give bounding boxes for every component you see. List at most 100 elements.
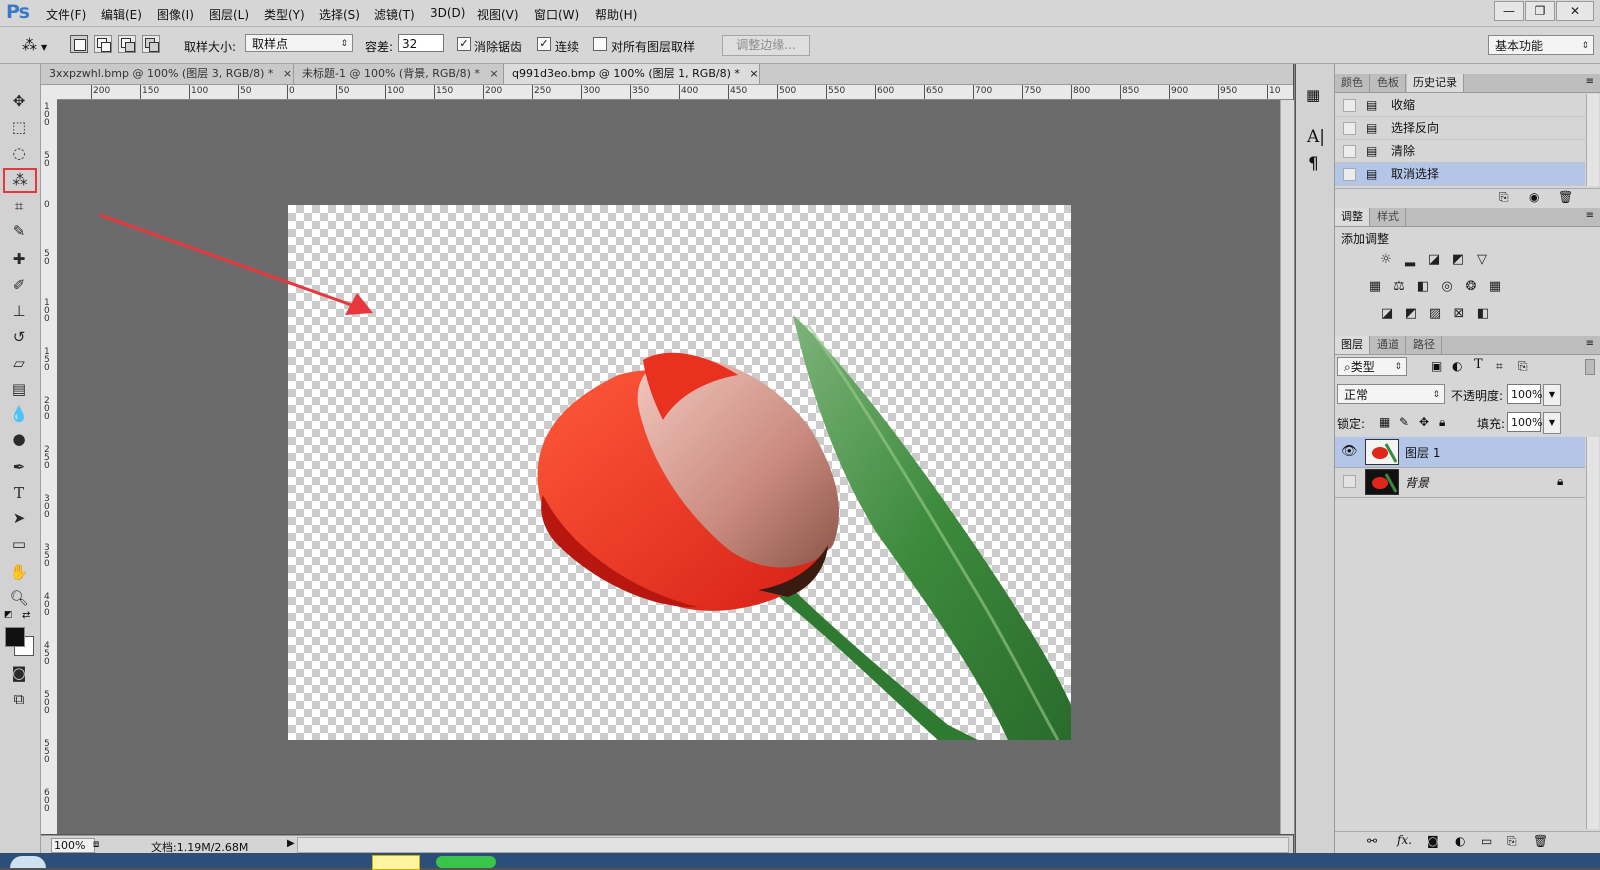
sample-size-select[interactable]: 取样点 ⇕ <box>245 34 353 52</box>
panel-menu-icon[interactable]: ≡ <box>1586 76 1594 87</box>
photo-filter-icon[interactable]: ◎ <box>1438 279 1456 295</box>
exposure-icon[interactable]: ◩ <box>1449 252 1467 268</box>
new-selection-button[interactable] <box>70 35 88 53</box>
curves-icon[interactable]: ◪ <box>1425 252 1443 268</box>
document-canvas[interactable] <box>288 205 1071 741</box>
default-colors-icon[interactable]: ◩ <box>4 610 13 620</box>
filter-toggle[interactable] <box>1585 359 1595 375</box>
filter-adjust-icon[interactable]: ◐ <box>1452 359 1462 373</box>
gradient-tool-icon[interactable]: ▤ <box>4 378 34 400</box>
start-button-icon[interactable] <box>10 856 46 868</box>
menu-image[interactable]: 图像(I) <box>157 6 194 23</box>
invert-icon[interactable]: ◪ <box>1378 306 1396 322</box>
paragraph-icon[interactable]: ¶ <box>1308 154 1319 174</box>
tolerance-input[interactable]: 32 <box>398 34 444 52</box>
tab-q991d3eo[interactable]: q991d3eo.bmp @ 100% (图层 1, RGB/8) * × <box>504 64 760 84</box>
taskbar-app-icon[interactable] <box>436 856 496 868</box>
tab-3xxpzwhl[interactable]: 3xxpzwhl.bmp @ 100% (图层 3, RGB/8) * × <box>41 64 294 84</box>
fill-dropdown-icon[interactable]: ▼ <box>1543 412 1561 434</box>
menu-type[interactable]: 类型(Y) <box>264 6 305 23</box>
new-document-icon[interactable]: ⎘ <box>1499 190 1509 205</box>
lock-transparent-icon[interactable]: ▦ <box>1379 415 1390 429</box>
history-checkbox[interactable] <box>1343 145 1356 158</box>
history-brush-tool-icon[interactable]: ↺ <box>4 326 34 348</box>
minimize-button[interactable]: — <box>1494 1 1524 21</box>
lock-position-icon[interactable]: ✥ <box>1419 415 1429 429</box>
blur-tool-icon[interactable]: 💧 <box>4 403 34 425</box>
history-scrollbar[interactable] <box>1586 94 1599 186</box>
hand-tool-icon[interactable]: ✋ <box>4 561 34 583</box>
stamp-tool-icon[interactable]: ⊥ <box>4 300 34 322</box>
menu-window[interactable]: 窗口(W) <box>534 6 579 23</box>
lock-pixels-icon[interactable]: ✎ <box>1399 415 1409 429</box>
fill-input[interactable]: 100% <box>1507 412 1542 432</box>
character-icon[interactable]: A| <box>1307 127 1325 147</box>
character-style-icon[interactable]: ▦ <box>1306 86 1320 104</box>
all-layers-checkbox[interactable] <box>593 37 607 51</box>
history-checkbox[interactable] <box>1343 168 1356 181</box>
menu-edit[interactable]: 编辑(E) <box>101 6 142 23</box>
history-item[interactable]: ▤ 收缩 <box>1335 94 1585 117</box>
trash-icon[interactable]: 🗑︎ <box>1558 190 1573 204</box>
horizontal-ruler[interactable]: 200 150 100 50 0 50 100 150 200 250 300 350 400 450 50… <box>57 85 1293 100</box>
intersect-selection-button[interactable] <box>142 35 160 53</box>
close-icon[interactable]: × <box>489 67 498 80</box>
tab-color[interactable]: 颜色 <box>1335 74 1370 92</box>
move-tool-icon[interactable]: ✥ <box>4 90 34 112</box>
swap-colors-icon[interactable]: ⇄ <box>22 610 30 621</box>
zoom-level[interactable]: 100% <box>51 838 95 853</box>
vibrance-icon[interactable]: ▽ <box>1473 252 1491 268</box>
eraser-tool-icon[interactable]: ▱ <box>4 352 34 374</box>
hue-saturation-icon[interactable]: ▦ <box>1366 279 1384 295</box>
visibility-toggle[interactable] <box>1343 475 1356 488</box>
horizontal-scrollbar[interactable] <box>297 837 1289 853</box>
path-select-tool-icon[interactable]: ➤ <box>4 507 34 529</box>
restore-button[interactable]: ❐ <box>1525 1 1555 21</box>
brush-tool-icon[interactable]: ✐ <box>4 274 34 296</box>
filter-smart-icon[interactable]: ⎘ <box>1518 359 1528 374</box>
black-white-icon[interactable]: ◧ <box>1414 279 1432 295</box>
eyedropper-tool-icon[interactable]: ✎ <box>4 220 34 242</box>
zoom-tool-icon[interactable]: 🔍︎ <box>4 587 34 609</box>
color-lookup-icon[interactable]: ▦ <box>1486 279 1504 295</box>
ruler-origin[interactable] <box>41 85 58 100</box>
camera-icon[interactable]: ◉ <box>1529 190 1539 204</box>
filter-type-icon[interactable]: T <box>1474 357 1483 372</box>
opacity-input[interactable]: 100% <box>1507 384 1542 404</box>
tab-paths[interactable]: 路径 <box>1407 336 1442 354</box>
threshold-icon[interactable]: ▨ <box>1426 306 1444 322</box>
panel-menu-icon[interactable]: ≡ <box>1586 210 1594 221</box>
new-layer-icon[interactable]: ⎘ <box>1507 834 1517 849</box>
close-icon[interactable]: × <box>749 67 758 80</box>
magic-wand-tool-icon[interactable]: ⁂ <box>3 168 37 193</box>
layer-row-layer-1[interactable]: 👁︎ 图层 1 <box>1335 437 1585 468</box>
menu-select[interactable]: 选择(S) <box>319 6 360 23</box>
gradient-map-icon[interactable]: ◧ <box>1474 306 1492 322</box>
panel-menu-icon[interactable]: ≡ <box>1586 338 1594 349</box>
mask-icon[interactable]: ◙ <box>1427 834 1439 848</box>
status-menu-icon[interactable]: ⧈ <box>93 839 99 850</box>
trash-icon[interactable]: 🗑︎ <box>1533 834 1548 848</box>
tab-styles[interactable]: 样式 <box>1371 208 1406 226</box>
history-item[interactable]: ▤ 选择反向 <box>1335 117 1585 140</box>
lasso-tool-icon[interactable]: ◌ <box>4 142 34 164</box>
history-item-selected[interactable]: ▤ 取消选择 <box>1335 163 1585 186</box>
history-checkbox[interactable] <box>1343 122 1356 135</box>
workspace-select[interactable]: 基本功能 ⇕ <box>1488 35 1594 55</box>
selective-color-icon[interactable]: ⊠ <box>1450 306 1468 322</box>
menu-help[interactable]: 帮助(H) <box>595 6 637 23</box>
menu-filter[interactable]: 滤镜(T) <box>374 6 415 23</box>
dodge-tool-icon[interactable]: ● <box>4 428 34 450</box>
layer-filter-select[interactable]: ⌕类型 ⇕ <box>1337 357 1407 376</box>
levels-icon[interactable]: ▂ <box>1401 252 1419 268</box>
marquee-tool-icon[interactable]: ⬚ <box>4 116 34 138</box>
foreground-color-swatch[interactable] <box>5 627 25 647</box>
lock-all-icon[interactable]: 🔒︎ <box>1439 415 1445 430</box>
adjustment-layer-icon[interactable]: ◐ <box>1455 834 1465 848</box>
close-button[interactable]: ✕ <box>1556 1 1594 21</box>
history-checkbox[interactable] <box>1343 99 1356 112</box>
rectangle-tool-icon[interactable]: ▭ <box>4 533 34 555</box>
layer-row-background[interactable]: 背景 🔒︎ <box>1335 467 1585 498</box>
subtract-selection-button[interactable] <box>118 35 136 53</box>
close-icon[interactable]: × <box>283 67 292 80</box>
